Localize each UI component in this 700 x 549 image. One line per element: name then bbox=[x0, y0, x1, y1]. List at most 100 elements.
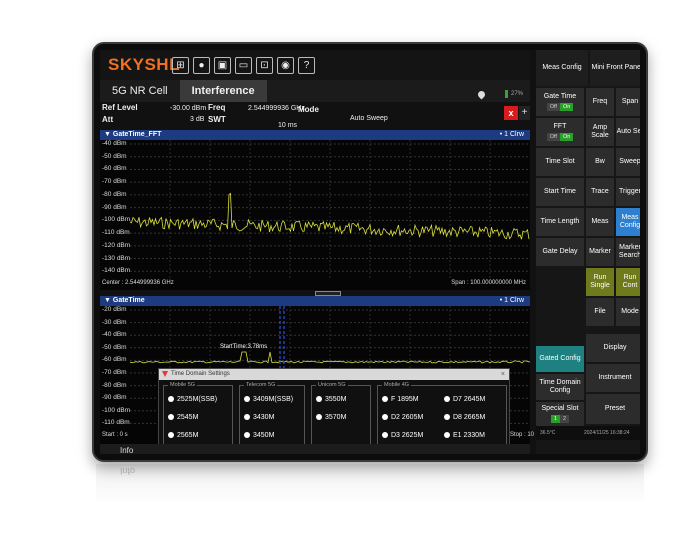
freq-value[interactable]: 2.544999936 GHz bbox=[248, 105, 305, 112]
display-key[interactable]: Display bbox=[586, 334, 640, 362]
spectrum-plot[interactable]: -40 dBm -50 dBm -60 dBm -70 dBm -80 dBm -90 d… bbox=[100, 140, 530, 290]
trace-indicator: • 1 Clrw bbox=[499, 297, 524, 304]
add-window-button[interactable]: + bbox=[519, 106, 530, 120]
option-3430m[interactable]: 3430M bbox=[244, 414, 274, 421]
save-icon[interactable]: ▣ bbox=[214, 56, 231, 74]
softkey-panel: Meas Config Mini Front Panel Gate Time O… bbox=[536, 50, 640, 454]
time-length-key[interactable]: Time Length bbox=[536, 208, 584, 236]
mode-value[interactable]: Auto Sweep bbox=[350, 115, 388, 122]
info-bar: Info bbox=[100, 444, 530, 454]
bw-key[interactable]: Bw bbox=[586, 148, 614, 176]
gate-time-key[interactable]: Gate Time Off On bbox=[536, 88, 584, 116]
window-header-gatetime-fft[interactable]: ▼ GateTime_FFT • 1 Clrw bbox=[100, 130, 530, 140]
group-title: Mobile 4G bbox=[382, 382, 412, 388]
gate-delay-key[interactable]: Gate Delay bbox=[536, 238, 584, 266]
option-3409m-ssb[interactable]: 3409M(SSB) bbox=[244, 396, 293, 403]
option-3570m[interactable]: 3570M bbox=[316, 414, 346, 421]
time-slot-key[interactable]: Time Slot bbox=[536, 148, 584, 176]
battery-icon bbox=[505, 90, 508, 98]
preset-key[interactable]: Preset bbox=[586, 394, 640, 424]
fft-label: FFT bbox=[553, 123, 567, 131]
special-slot-toggle[interactable]: 12 bbox=[550, 414, 570, 423]
screenshot-icon[interactable]: ⊡ bbox=[256, 56, 273, 74]
y-tick-label: -80 dBm bbox=[102, 190, 127, 198]
fft-toggle[interactable]: Off On bbox=[546, 132, 574, 141]
mode-key[interactable]: Mode bbox=[616, 298, 640, 326]
option-e1-2330m[interactable]: E1 2330M bbox=[444, 432, 485, 439]
option-d7-2645m[interactable]: D7 2645M bbox=[444, 396, 485, 403]
option-d2-2605m[interactable]: D2 2605M bbox=[382, 414, 423, 421]
toggle-off: Off bbox=[546, 132, 560, 141]
slot-1: 1 bbox=[550, 414, 560, 423]
window-title: ▼ GateTime bbox=[104, 297, 145, 304]
marker-search-key[interactable]: Marker Search bbox=[616, 238, 640, 266]
option-2565m[interactable]: 2565M bbox=[168, 432, 198, 439]
window-title: ▼ GateTime_FFT bbox=[104, 131, 162, 138]
lightbulb-icon[interactable]: ● bbox=[193, 56, 210, 74]
dialog-title-bar: Time Domain Settings × bbox=[159, 369, 509, 380]
window-icon[interactable]: ▭ bbox=[235, 56, 252, 74]
tab-5g-nr-cell[interactable]: 5G NR Cell bbox=[100, 80, 180, 102]
amp-scale-key[interactable]: Amp Scale bbox=[586, 118, 614, 146]
tab-interference[interactable]: Interference bbox=[179, 80, 267, 102]
y-tick-label: -90 dBm bbox=[102, 394, 127, 402]
help-icon[interactable]: ? bbox=[298, 56, 315, 74]
instrument-key[interactable]: Instrument bbox=[586, 364, 640, 392]
option-d3-2625m[interactable]: D3 2625M bbox=[382, 432, 423, 439]
option-f-1895m[interactable]: F 1895M bbox=[382, 396, 419, 403]
app-logo-icon bbox=[162, 371, 168, 377]
y-tick-label: -40 dBm bbox=[102, 140, 127, 147]
marker-key[interactable]: Marker bbox=[586, 238, 614, 266]
start-label: Start : 0 s bbox=[102, 432, 128, 438]
gate-time-toggle[interactable]: Off On bbox=[546, 102, 574, 111]
option-3550m[interactable]: 3550M bbox=[316, 396, 346, 403]
y-tick-label: -60 dBm bbox=[102, 165, 127, 173]
special-slot-key[interactable]: Special Slot 12 bbox=[536, 402, 584, 426]
run-single-key[interactable]: Run Single bbox=[586, 268, 614, 296]
trigger-key[interactable]: Trigger bbox=[616, 178, 640, 206]
ref-level-value[interactable]: -30.00 dBm bbox=[170, 105, 206, 112]
status-indicators: 27% bbox=[476, 89, 523, 99]
close-icon[interactable]: × bbox=[501, 369, 505, 380]
option-2525m-ssb[interactable]: 2525M(SSB) bbox=[168, 396, 217, 403]
meas-key[interactable]: Meas bbox=[586, 208, 614, 236]
y-tick-label: -130 dBm bbox=[102, 254, 131, 262]
temperature-readout: 36.5°C bbox=[540, 430, 556, 436]
freq-key[interactable]: Freq bbox=[586, 88, 614, 116]
y-tick-label: -60 dBm bbox=[102, 356, 127, 364]
option-d8-2665m[interactable]: D8 2665M bbox=[444, 414, 485, 421]
file-key[interactable]: File bbox=[586, 298, 614, 326]
mini-front-panel-button[interactable]: Mini Front Panel bbox=[590, 50, 640, 86]
y-tick-label: -70 dBm bbox=[102, 178, 127, 186]
swt-value[interactable]: 10 ms bbox=[278, 122, 297, 129]
start-time-marker-label: StartTime:3.78ms bbox=[220, 344, 268, 350]
meas-config-header[interactable]: Meas Config bbox=[536, 50, 588, 86]
close-button[interactable]: x bbox=[504, 106, 518, 120]
att-value[interactable]: 3 dB bbox=[190, 116, 204, 123]
option-2545m[interactable]: 2545M bbox=[168, 414, 198, 421]
att-label: Att bbox=[102, 115, 114, 124]
toggle-on: On bbox=[559, 102, 574, 111]
windows-icon[interactable]: ⊞ bbox=[172, 56, 189, 74]
y-tick-label: -50 dBm bbox=[102, 343, 127, 351]
info-label[interactable]: Info bbox=[120, 446, 133, 454]
top-toolbar: SKYSHL ⊞ ● ▣ ▭ ⊡ ◉ ? bbox=[100, 50, 530, 80]
span-key[interactable]: Span bbox=[616, 88, 640, 116]
sweep-key[interactable]: Sweep bbox=[616, 148, 640, 176]
special-slot-label: Special Slot bbox=[541, 405, 579, 413]
y-tick-label: -80 dBm bbox=[102, 381, 127, 389]
window-header-gatetime[interactable]: ▼ GateTime • 1 Clrw bbox=[100, 296, 530, 306]
trace-key[interactable]: Trace bbox=[586, 178, 614, 206]
camera-icon[interactable]: ◉ bbox=[277, 56, 294, 74]
meas-config-key[interactable]: Meas Config bbox=[616, 208, 640, 236]
option-3450m[interactable]: 3450M bbox=[244, 432, 274, 439]
time-domain-config-key[interactable]: Time Domain Config bbox=[536, 374, 584, 400]
gated-config-key[interactable]: Gated Config bbox=[536, 346, 584, 372]
start-time-key[interactable]: Start Time bbox=[536, 178, 584, 206]
swt-label: SWT bbox=[208, 115, 226, 124]
run-cont-key[interactable]: Run Cont bbox=[616, 268, 640, 296]
mode-label: Mode bbox=[298, 105, 319, 114]
mode-tabs: 5G NR Cell Interference bbox=[100, 80, 530, 102]
fft-key[interactable]: FFT Off On bbox=[536, 118, 584, 146]
auto-set-key[interactable]: Auto Set bbox=[616, 118, 640, 146]
